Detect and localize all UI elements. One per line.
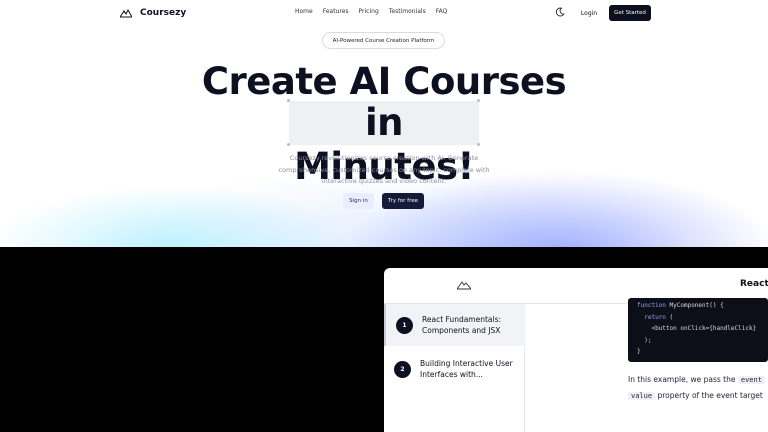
code-block: function MyComponent() { return ( <butto… xyxy=(628,298,768,362)
mountain-logo-icon xyxy=(120,8,132,18)
lesson-title: Building Interactive User Interfaces wit… xyxy=(420,358,513,380)
inline-code: event xyxy=(737,376,765,384)
lesson-sidebar: 1 React Fundamentals: Components and JSX… xyxy=(384,304,525,432)
hero-badge: AI-Powered Course Creation Platform xyxy=(322,32,445,49)
inline-code: value xyxy=(628,392,656,400)
hero-headline-line1: Create AI Courses xyxy=(201,60,567,103)
lesson-item[interactable]: 1 React Fundamentals: Components and JSX xyxy=(384,304,525,346)
moon-icon[interactable] xyxy=(555,7,565,17)
body-text: property of the event target xyxy=(655,391,763,400)
hero-description: Coursezy revolutionizes course creation … xyxy=(278,154,490,185)
top-nav: Coursezy Home Features Pricing Testimoni… xyxy=(0,0,768,26)
get-started-button[interactable]: Get Started xyxy=(609,5,651,21)
nav-link-home[interactable]: Home xyxy=(295,8,313,15)
code-text: } xyxy=(637,348,641,355)
nav-link-testimonials[interactable]: Testimonials xyxy=(389,8,426,15)
nav-link-pricing[interactable]: Pricing xyxy=(359,8,379,15)
code-text: ( xyxy=(665,313,674,321)
nav-link-features[interactable]: Features xyxy=(323,8,349,15)
course-title: React xyxy=(740,279,768,289)
brand[interactable]: Coursezy xyxy=(120,6,186,20)
login-button[interactable]: Login xyxy=(575,5,603,21)
code-keyword: function xyxy=(637,302,666,309)
mountain-logo-icon xyxy=(457,281,471,290)
brand-name: Coursezy xyxy=(140,8,187,18)
hero-headline-line2: in Minutes! xyxy=(294,101,474,188)
code-text: MyComponent() { xyxy=(665,302,724,309)
nav-links: Home Features Pricing Testimonials FAQ xyxy=(295,8,447,15)
lesson-body-text: In this example, we pass the event value… xyxy=(628,372,768,404)
code-text: ); xyxy=(644,336,652,344)
lesson-title: React Fundamentals: Components and JSX xyxy=(422,314,502,336)
nav-link-faq[interactable]: FAQ xyxy=(436,8,448,15)
lesson-number: 2 xyxy=(394,360,411,378)
try-for-free-button[interactable]: Try for free xyxy=(382,193,424,209)
lesson-item[interactable]: 2 Building Interactive User Interfaces w… xyxy=(384,348,525,390)
sign-in-button[interactable]: Sign in xyxy=(343,193,374,209)
code-keyword: return xyxy=(644,313,666,321)
lesson-number: 1 xyxy=(396,316,413,334)
app-preview: React 1 React Fundamentals: Components a… xyxy=(384,268,768,432)
body-text: In this example, we pass the xyxy=(628,375,738,384)
code-text: <button onClick={handleClick} xyxy=(651,325,757,332)
